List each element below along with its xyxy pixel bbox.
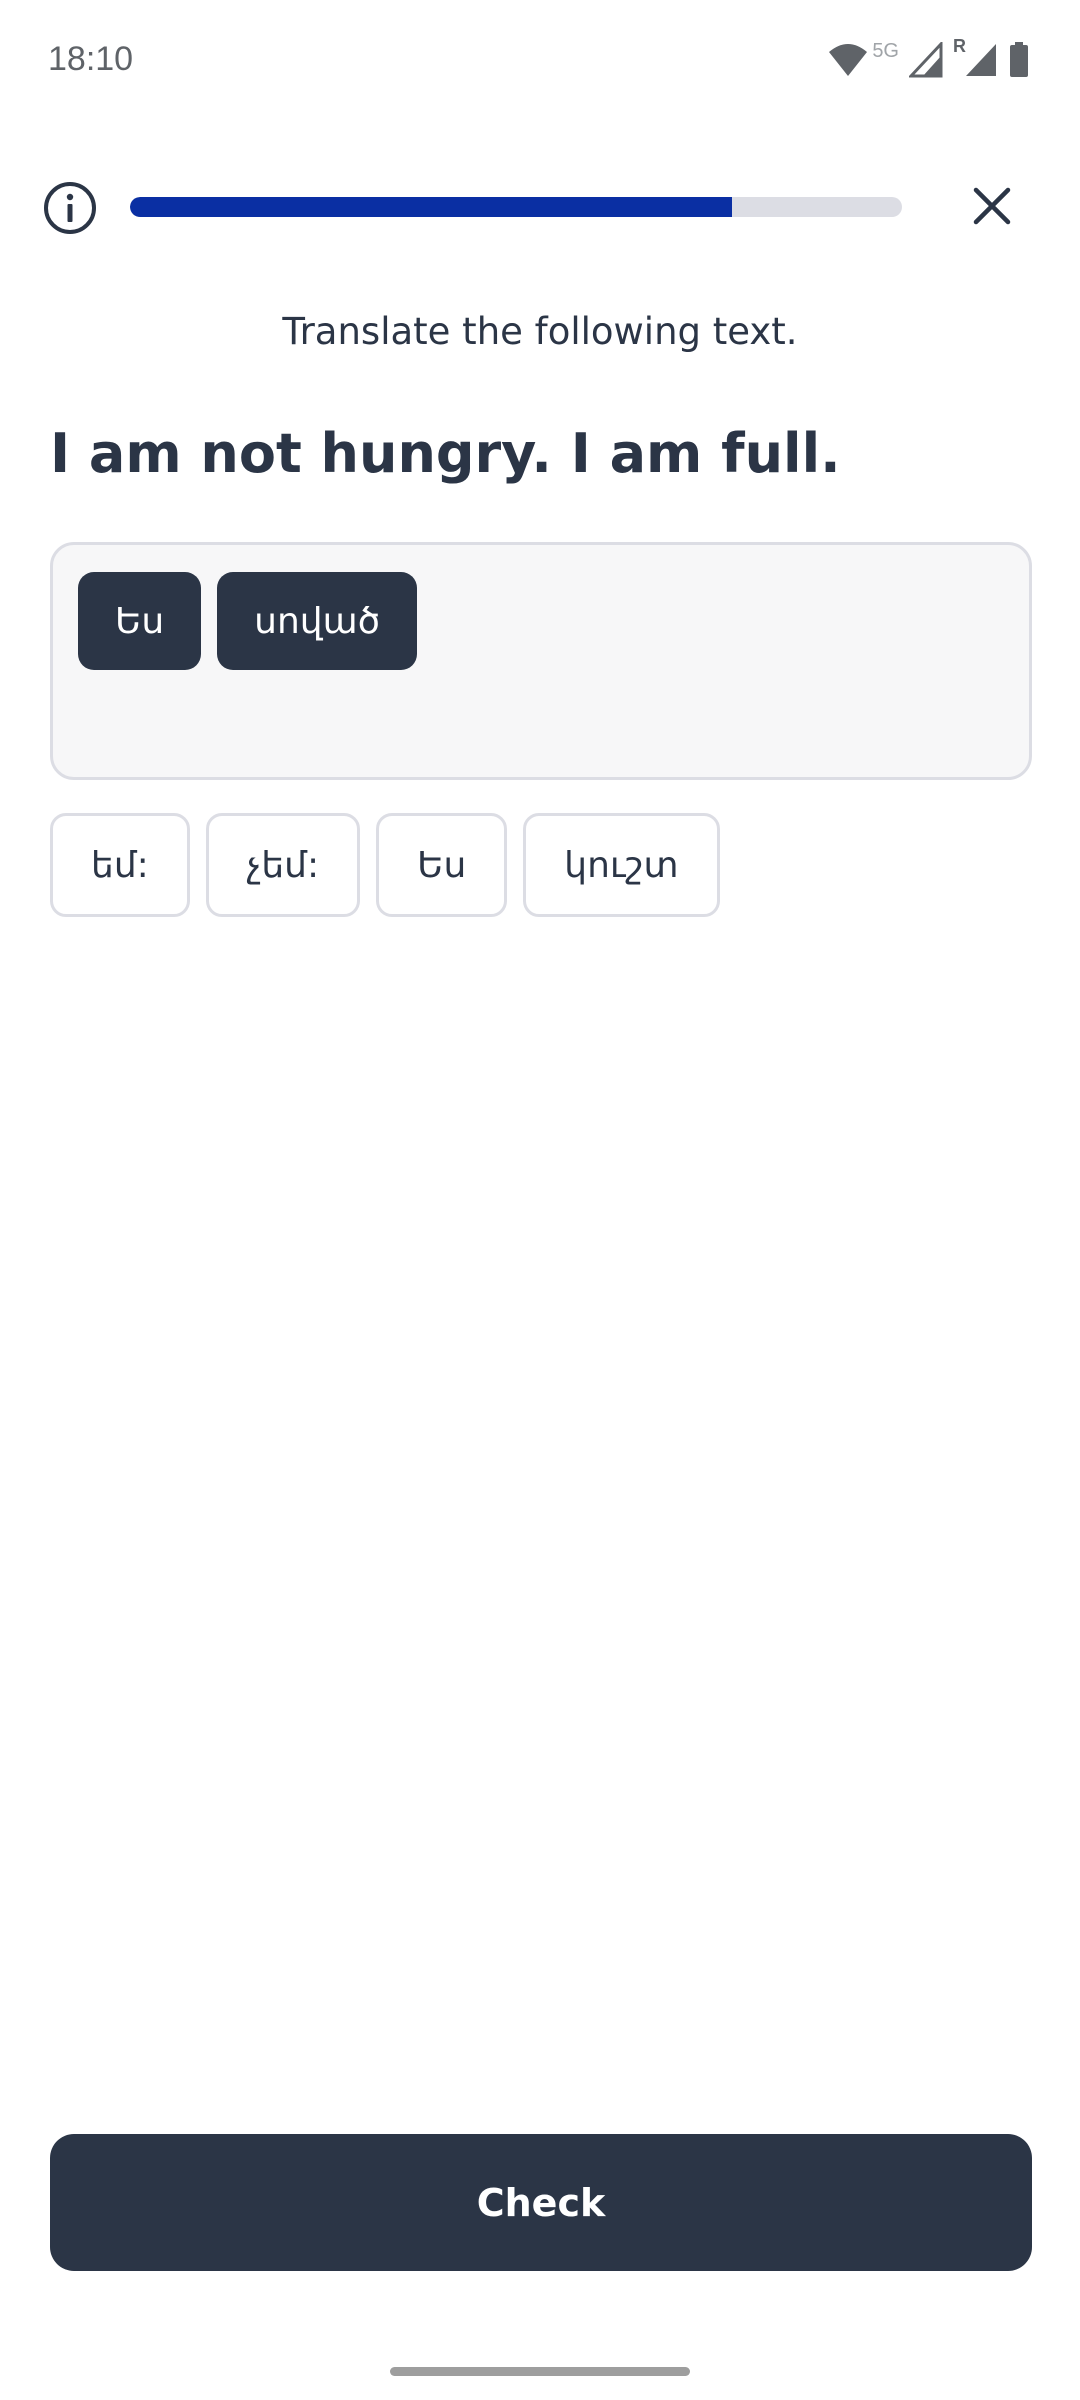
battery-icon: [1010, 42, 1028, 77]
wifi-icon: [829, 44, 868, 76]
status-icons: 5G R: [828, 36, 1030, 78]
word-bank: եմ: չեմ: Ես կուշտ: [50, 813, 720, 917]
close-button[interactable]: [964, 178, 1020, 234]
selected-word-chip[interactable]: սոված: [217, 572, 418, 670]
check-button[interactable]: Check: [50, 2134, 1032, 2271]
network-label: 5G: [872, 40, 899, 62]
word-option-chip[interactable]: Ես: [376, 813, 508, 917]
close-icon: [973, 187, 1011, 225]
status-time: 18:10: [48, 40, 134, 78]
screen: 18:10 5G R Translate the following text.…: [0, 0, 1080, 2400]
status-bar: 18:10 5G R: [0, 0, 1080, 120]
info-button[interactable]: [42, 180, 98, 236]
signal-icon: [909, 42, 943, 78]
roaming-signal-icon: [966, 44, 996, 76]
answer-area[interactable]: Ես սոված: [50, 542, 1032, 780]
instruction-text: Translate the following text.: [282, 310, 798, 353]
word-option-chip[interactable]: եմ:: [50, 813, 190, 917]
home-indicator[interactable]: [390, 2367, 690, 2376]
selected-word-chip[interactable]: Ես: [78, 572, 202, 670]
word-option-chip[interactable]: կուշտ: [523, 813, 720, 917]
source-sentence: I am not hungry. I am full.: [50, 422, 841, 485]
info-icon: [44, 182, 96, 234]
progress-bar: [130, 197, 902, 217]
word-option-chip[interactable]: չեմ:: [205, 813, 361, 917]
progress-fill: [130, 197, 733, 217]
